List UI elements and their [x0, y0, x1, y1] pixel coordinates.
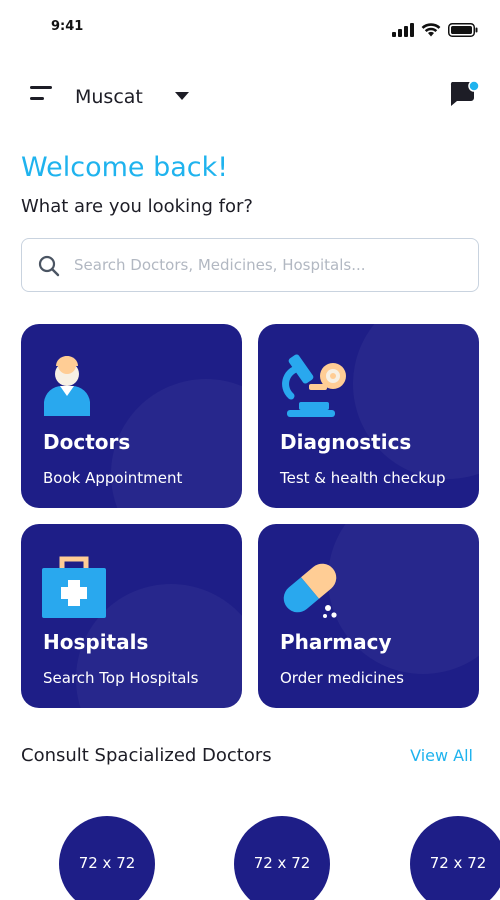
search-box[interactable] — [21, 238, 479, 292]
doctor-avatar-label: 72 x 72 — [253, 854, 311, 872]
doctor-avatar[interactable]: 72 x 72 — [59, 816, 155, 900]
card-title: Diagnostics — [280, 430, 412, 454]
view-all-link[interactable]: View All — [410, 746, 473, 765]
search-input[interactable] — [74, 247, 464, 283]
card-subtitle: Order medicines — [280, 669, 404, 687]
doctor-avatar[interactable]: 72 x 72 — [234, 816, 330, 900]
first-aid-kit-icon — [42, 556, 106, 618]
status-time: 9:41 — [51, 19, 84, 34]
chat-notification-icon[interactable] — [448, 80, 480, 108]
doctor-avatar-label: 72 x 72 — [78, 854, 136, 872]
card-decoration — [353, 324, 479, 479]
doctor-avatar-label: 72 x 72 — [429, 854, 487, 872]
home-screen: 9:41 Muscat Welcome back! What are you l… — [0, 0, 500, 900]
status-bar: 9:41 — [0, 0, 500, 56]
battery-icon — [448, 22, 478, 37]
microscope-icon — [282, 354, 346, 417]
card-subtitle: Search Top Hospitals — [43, 669, 199, 687]
card-subtitle: Book Appointment — [43, 469, 183, 487]
section-title: Consult Spacialized Doctors — [21, 745, 272, 766]
doctor-avatar[interactable]: 72 x 72 — [410, 816, 500, 900]
wifi-icon — [421, 23, 441, 37]
category-card-diagnostics[interactable]: Diagnostics Test & health checkup — [258, 324, 479, 508]
signal-icon — [392, 22, 414, 37]
city-selector-label[interactable]: Muscat — [75, 86, 143, 108]
category-card-hospitals[interactable]: Hospitals Search Top Hospitals — [21, 524, 242, 708]
chevron-down-icon[interactable] — [175, 92, 189, 100]
card-decoration — [111, 379, 242, 508]
card-subtitle: Test & health checkup — [280, 469, 446, 487]
welcome-subtitle: What are you looking for? — [21, 196, 253, 217]
pill-icon — [283, 563, 337, 618]
card-title: Hospitals — [43, 630, 149, 654]
card-title: Pharmacy — [280, 630, 392, 654]
category-card-doctors[interactable]: Doctors Book Appointment — [21, 324, 242, 508]
welcome-title: Welcome back! — [21, 152, 229, 183]
doctor-icon — [44, 356, 90, 416]
menu-line-top — [30, 86, 52, 89]
menu-icon[interactable] — [30, 84, 56, 106]
card-title: Doctors — [43, 430, 131, 454]
search-icon — [38, 255, 60, 277]
category-card-pharmacy[interactable]: Pharmacy Order medicines — [258, 524, 479, 708]
status-icons — [392, 22, 478, 37]
menu-line-bottom — [30, 97, 44, 100]
